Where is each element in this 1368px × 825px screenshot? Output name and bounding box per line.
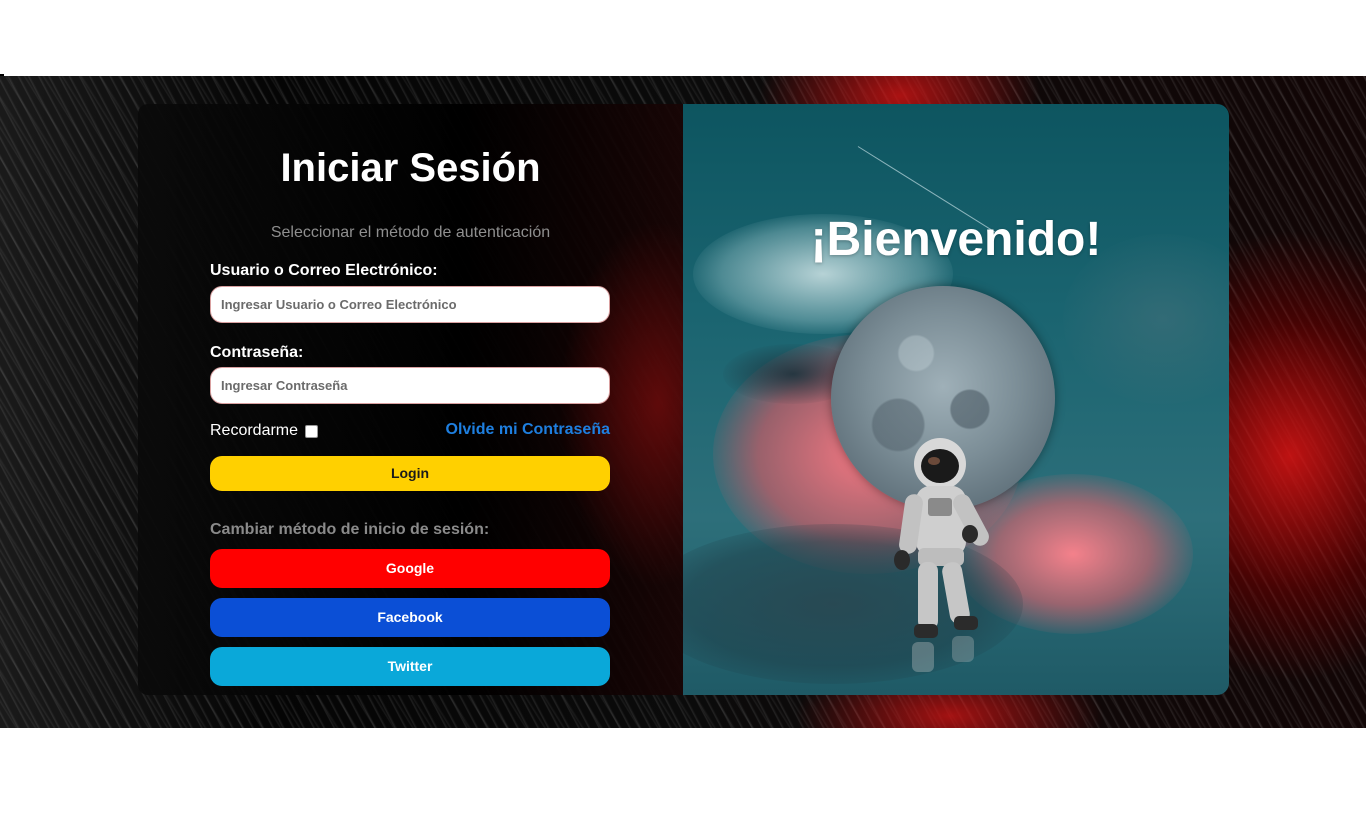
page-title: Iniciar Sesión xyxy=(280,146,541,190)
welcome-panel: ¡Bienvenido! xyxy=(683,104,1229,695)
twitter-login-button[interactable]: Twitter xyxy=(210,647,610,686)
login-card: Iniciar Sesión Seleccionar el método de … xyxy=(138,104,683,695)
welcome-title: ¡Bienvenido! xyxy=(810,213,1102,266)
remember-me: Recordarme xyxy=(210,422,319,440)
password-input[interactable] xyxy=(210,367,610,404)
remember-me-checkbox[interactable] xyxy=(305,424,319,438)
login-button[interactable]: Login xyxy=(210,456,610,491)
username-label: Usuario o Correo Electrónico: xyxy=(210,262,438,279)
astronaut-illustration xyxy=(894,438,989,672)
change-method-label: Cambiar método de inicio de sesión: xyxy=(210,521,490,538)
username-input[interactable] xyxy=(210,286,610,323)
auth-method-subtitle: Seleccionar el método de autenticación xyxy=(270,224,551,241)
facebook-login-button[interactable]: Facebook xyxy=(210,598,610,637)
remember-me-label: Recordarme xyxy=(210,422,299,439)
forgot-password-link[interactable]: Olvide mi Contraseña xyxy=(438,421,611,439)
password-label: Contraseña: xyxy=(210,344,304,361)
google-login-button[interactable]: Google xyxy=(210,549,610,588)
